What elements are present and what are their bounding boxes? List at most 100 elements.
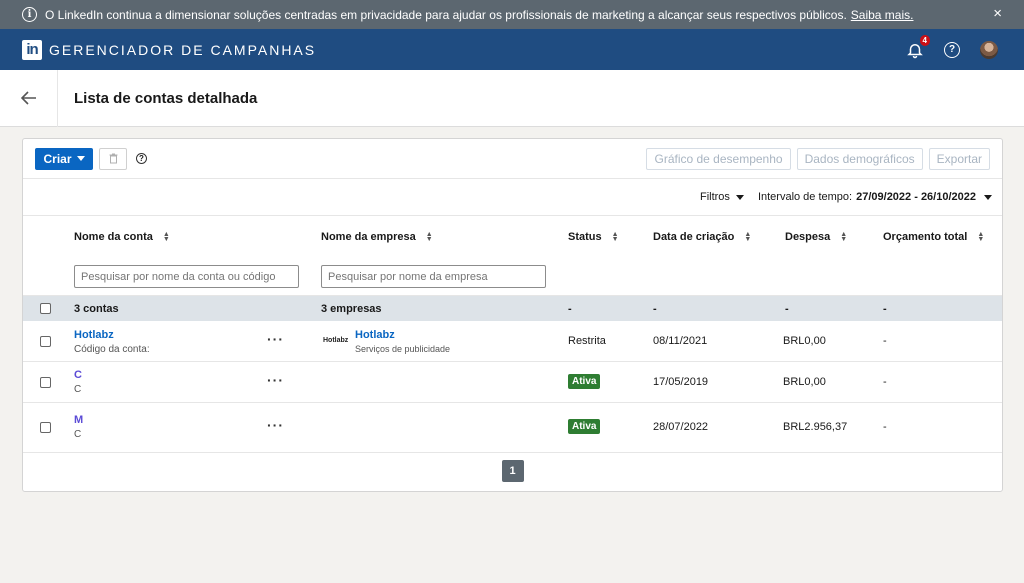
account-search-input[interactable]	[74, 265, 299, 288]
more-options-icon[interactable]: ···	[267, 417, 284, 433]
time-range-value[interactable]: 27/09/2022 - 26/10/2022	[856, 191, 976, 203]
chevron-down-icon	[735, 194, 744, 200]
col-label: Status	[568, 231, 602, 243]
summary-row: 3 contas 3 empresas - - - -	[23, 296, 1002, 321]
chevron-down-icon[interactable]	[984, 194, 992, 200]
sort-icon: ▲ ▼	[162, 231, 170, 243]
account-code: Código da conta:	[74, 344, 150, 355]
account-cell: Hotlabz Código da conta:	[74, 329, 150, 355]
spend-value: BRL2.956,37	[783, 421, 848, 433]
summary-accounts: 3 contas	[74, 303, 119, 315]
status-cell: Ativa	[568, 419, 601, 434]
learn-more-link[interactable]: Saiba mais.	[851, 8, 914, 22]
bell-icon[interactable]: 4	[906, 34, 930, 59]
budget-value: -	[883, 421, 887, 433]
time-range-label: Intervalo de tempo:	[757, 191, 853, 203]
page-button[interactable]: 1	[501, 460, 524, 482]
filter-row: Filtros Intervalo de tempo: 27/09/2022 -…	[23, 179, 1002, 216]
company-search-input[interactable]	[321, 265, 546, 288]
sort-icon: ▲ ▼	[425, 231, 433, 243]
budget-value: -	[883, 376, 887, 388]
close-icon[interactable]: ×	[993, 5, 1002, 22]
table-row[interactable]: Hotlabz Código da conta: ··· Hotlabz Hot…	[23, 321, 1002, 362]
account-cell: C C	[74, 369, 82, 395]
chevron-down-icon	[76, 156, 85, 161]
notification-badge: 4	[919, 34, 930, 46]
table-header: Nome da conta ▲ ▼ Nome da empresa ▲ ▼ Status…	[23, 216, 1002, 296]
account-code: C	[74, 384, 82, 395]
summary-companies: 3 empresas	[321, 303, 382, 315]
app-title: GERENCIADOR DE CAMPANHAS	[49, 41, 317, 58]
demographics-button[interactable]: Dados demográficos	[796, 148, 923, 170]
col-label: Orçamento total	[883, 231, 968, 243]
col-created[interactable]: Data de criação ▲ ▼	[653, 231, 751, 243]
company-industry: Serviços de publicidade	[355, 344, 451, 354]
company-link[interactable]: Hotlabz	[355, 329, 450, 341]
account-cell: M C	[74, 414, 83, 440]
export-button[interactable]: Exportar	[928, 148, 990, 170]
company-logo: Hotlabz	[323, 337, 349, 344]
pagination: 1	[23, 451, 1002, 491]
table-row[interactable]: M C ··· Ativa 28/07/2022 BRL2.956,37 -	[23, 403, 1002, 453]
spend-value: BRL0,00	[783, 335, 826, 347]
row-checkbox[interactable]	[40, 377, 51, 388]
status-cell: Ativa	[568, 374, 601, 389]
budget-value: -	[883, 335, 887, 347]
delete-button[interactable]	[99, 147, 127, 170]
accounts-card: Criar ? Gráfico de desempenho Dados demo…	[22, 138, 1003, 492]
info-icon: i	[22, 7, 37, 22]
more-options-icon[interactable]: ···	[267, 372, 284, 388]
created-date: 08/11/2021	[653, 335, 708, 347]
col-label: Nome da empresa	[321, 231, 416, 243]
more-options-icon[interactable]: ···	[267, 331, 284, 347]
filters-dropdown[interactable]: Filtros	[700, 191, 744, 203]
summary-spend: -	[785, 303, 789, 315]
row-checkbox[interactable]	[40, 422, 51, 433]
banner-message: O LinkedIn continua a dimensionar soluçõ…	[45, 8, 913, 22]
toolbar: Criar ? Gráfico de desempenho Dados demo…	[23, 139, 1002, 179]
top-nav: in GERENCIADOR DE CAMPANHAS 4 ?	[0, 29, 1024, 70]
col-status[interactable]: Status ▲ ▼	[568, 231, 619, 243]
account-link[interactable]: M	[74, 414, 83, 426]
col-spend[interactable]: Despesa ▲ ▼	[785, 231, 847, 243]
created-date: 17/05/2019	[653, 376, 709, 388]
created-date: 28/07/2022	[653, 421, 709, 433]
account-link[interactable]: C	[74, 369, 82, 381]
create-button[interactable]: Criar	[35, 147, 93, 170]
sort-icon: ▲ ▼	[611, 231, 619, 243]
summary-created: -	[653, 303, 657, 315]
col-account-name[interactable]: Nome da conta ▲ ▼	[74, 231, 170, 243]
account-link[interactable]: Hotlabz	[74, 329, 150, 341]
col-company-name[interactable]: Nome da empresa ▲ ▼	[321, 231, 433, 243]
col-label: Data de criação	[653, 231, 735, 243]
question-icon[interactable]: ?	[136, 153, 147, 164]
filters-label: Filtros	[699, 191, 730, 203]
avatar[interactable]	[980, 40, 998, 59]
account-code: C	[74, 429, 82, 440]
back-arrow-icon[interactable]	[0, 69, 58, 127]
summary-budget: -	[883, 303, 887, 315]
summary-status: -	[568, 303, 572, 315]
company-cell: Hotlabz Serviços de publicidade	[355, 329, 450, 354]
create-label: Criar	[43, 151, 72, 166]
select-all-checkbox[interactable]	[40, 303, 51, 314]
col-label: Nome da conta	[74, 231, 153, 243]
page-title: Lista de contas detalhada	[74, 89, 258, 107]
col-label: Despesa	[785, 231, 831, 243]
help-icon[interactable]: ?	[944, 41, 960, 58]
col-budget[interactable]: Orçamento total ▲ ▼	[883, 231, 984, 243]
spend-value: BRL0,00	[783, 376, 826, 388]
status-badge: Ativa	[568, 419, 601, 434]
row-checkbox[interactable]	[40, 336, 51, 347]
trash-icon	[109, 153, 117, 164]
performance-chart-button[interactable]: Gráfico de desempenho	[646, 148, 791, 170]
status-badge: Ativa	[568, 374, 601, 389]
sort-icon: ▲ ▼	[977, 231, 985, 243]
table-row[interactable]: C C ··· Ativa 17/05/2019 BRL0,00 -	[23, 362, 1002, 403]
sort-icon: ▲ ▼	[744, 231, 752, 243]
sort-icon: ▲ ▼	[840, 231, 848, 243]
page-header: Lista de contas detalhada	[0, 69, 1024, 127]
linkedin-logo[interactable]: in	[22, 39, 42, 60]
privacy-banner: i O LinkedIn continua a dimensionar solu…	[0, 0, 1024, 29]
status-text: Restrita	[568, 335, 606, 347]
